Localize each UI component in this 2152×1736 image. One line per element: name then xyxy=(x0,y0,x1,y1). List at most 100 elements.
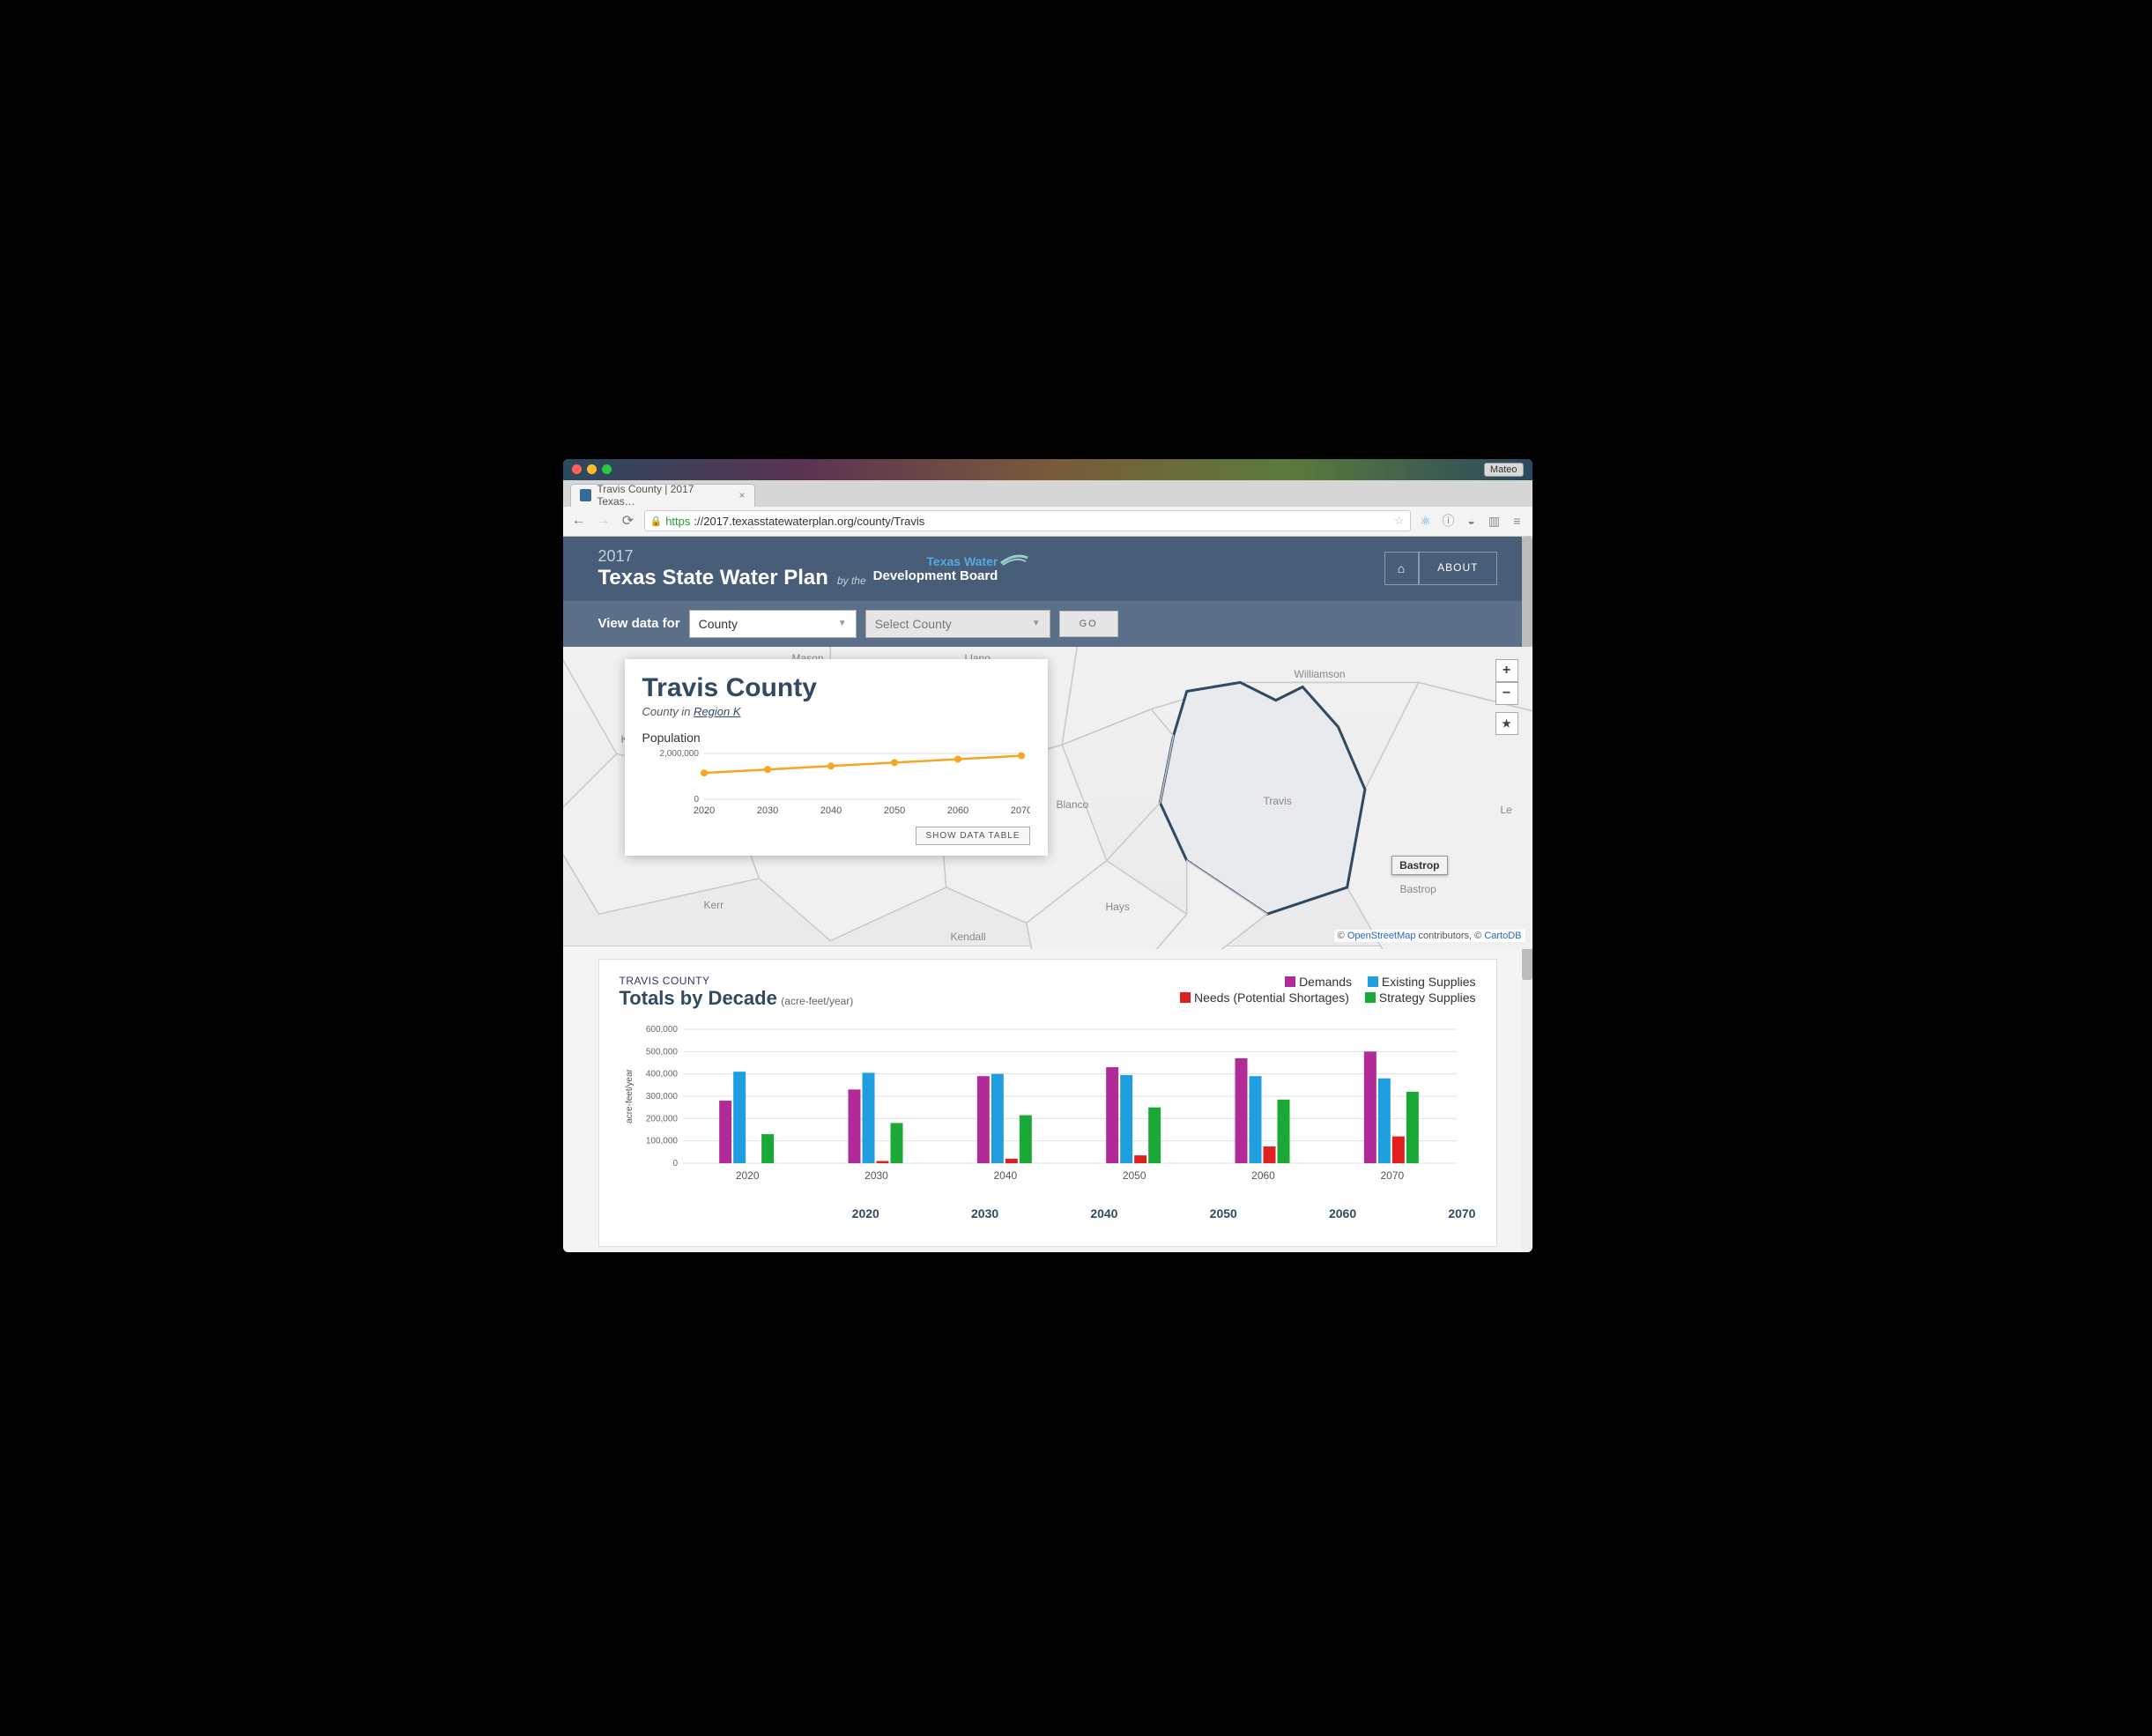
th-2040: 2040 xyxy=(998,1206,1117,1220)
filter-county-select[interactable]: Select County ▼ xyxy=(865,610,1050,638)
extension-react-icon[interactable]: ⚛ xyxy=(1418,513,1434,529)
svg-text:2030: 2030 xyxy=(865,1169,888,1182)
totals-title: Totals by Decade xyxy=(620,987,777,1009)
map[interactable]: Mason Llano Williamson Blanco Travis Le … xyxy=(563,647,1532,946)
svg-text:2,000,000: 2,000,000 xyxy=(659,749,699,759)
address-bar[interactable]: 🔒 https ://2017.texasstatewaterplan.org/c… xyxy=(644,510,1411,531)
twdb-bottom: Development Board xyxy=(873,568,998,583)
th-2020: 2020 xyxy=(761,1206,879,1220)
osm-link[interactable]: OpenStreetMap xyxy=(1347,931,1416,941)
legend-strategy: Strategy Supplies xyxy=(1379,990,1476,1005)
svg-text:2070: 2070 xyxy=(1380,1169,1404,1182)
home-button[interactable]: ⌂ xyxy=(1384,552,1419,585)
browser-menu-icon[interactable]: ≡ xyxy=(1510,513,1525,529)
svg-text:200,000: 200,000 xyxy=(645,1114,678,1124)
zoom-in-button[interactable]: + xyxy=(1495,659,1518,682)
county-label-blanco: Blanco xyxy=(1057,798,1089,811)
svg-text:2060: 2060 xyxy=(946,805,968,816)
map-attribution: © OpenStreetMap contributors, © CartoDB xyxy=(1334,930,1525,942)
window-titlebar: Mateo xyxy=(563,459,1532,480)
lock-icon: 🔒 xyxy=(650,516,663,527)
info-card: Travis County County in Region K Populat… xyxy=(625,659,1048,856)
svg-text:2060: 2060 xyxy=(1251,1169,1275,1182)
window-minimize-button[interactable] xyxy=(587,464,597,474)
swatch-needs xyxy=(1180,992,1191,1003)
svg-text:2020: 2020 xyxy=(693,805,714,816)
site-year: 2017 xyxy=(598,547,828,566)
subhead: County in Region K xyxy=(642,705,1030,718)
url-path: ://2017.texasstatewaterplan.org/county/T… xyxy=(694,515,924,528)
go-button[interactable]: GO xyxy=(1059,611,1118,637)
svg-text:0: 0 xyxy=(672,1159,678,1168)
svg-text:acre-feet/year: acre-feet/year xyxy=(625,1068,634,1123)
county-label-hays: Hays xyxy=(1106,901,1130,913)
county-label-williamson: Williamson xyxy=(1295,668,1346,680)
filter-type-select[interactable]: County ▼ xyxy=(689,610,857,638)
svg-text:0: 0 xyxy=(694,795,699,805)
tab-close-icon[interactable]: × xyxy=(738,489,745,501)
profile-badge[interactable]: Mateo xyxy=(1484,463,1524,477)
about-button[interactable]: ABOUT xyxy=(1419,552,1496,585)
svg-text:400,000: 400,000 xyxy=(645,1069,678,1079)
svg-text:2050: 2050 xyxy=(883,805,904,816)
extension-panels-icon[interactable]: ▥ xyxy=(1487,513,1503,529)
county-label-travis: Travis xyxy=(1264,795,1292,807)
browser-tab[interactable]: Travis County | 2017 Texas… × xyxy=(570,484,755,507)
site-logo[interactable]: 2017 Texas State Water Plan xyxy=(598,547,828,590)
zoom-out-button[interactable]: − xyxy=(1495,682,1518,705)
chevron-down-icon: ▼ xyxy=(1032,619,1041,628)
filter-bar: View data for County ▼ Select County ▼ G… xyxy=(563,601,1532,647)
county-label-kerr: Kerr xyxy=(704,899,724,911)
swatch-demands xyxy=(1285,976,1295,987)
county-label-bastrop: Bastrop xyxy=(1400,883,1436,895)
th-2070: 2070 xyxy=(1356,1206,1475,1220)
svg-text:2040: 2040 xyxy=(993,1169,1017,1182)
population-chart: 02,000,000202020302040205020602070 xyxy=(642,748,1030,817)
bookmark-star-icon[interactable]: ☆ xyxy=(1394,514,1405,528)
extension-pocket-icon[interactable]: ◒ xyxy=(1464,513,1480,529)
svg-text:2020: 2020 xyxy=(735,1169,759,1182)
nav-reload-icon[interactable]: ⟳ xyxy=(620,512,637,530)
url-scheme: https xyxy=(665,515,690,528)
browser-toolbar: ← → ⟳ 🔒 https ://2017.texasstatewaterplan… xyxy=(563,507,1532,537)
site-header: 2017 Texas State Water Plan by the Texas… xyxy=(563,537,1532,601)
show-data-table-button[interactable]: SHOW DATA TABLE xyxy=(916,827,1029,845)
region-link[interactable]: Region K xyxy=(694,705,740,718)
chevron-down-icon: ▼ xyxy=(838,619,847,628)
page-title: Travis County xyxy=(642,673,1030,703)
totals-table-header: 2020 2030 2040 2050 2060 2070 xyxy=(620,1206,1476,1220)
nav-back-icon[interactable]: ← xyxy=(570,513,588,529)
swatch-existing xyxy=(1368,976,1378,987)
totals-bar-chart: 0100,000200,000300,000400,000500,000600,… xyxy=(620,1024,1466,1183)
svg-text:2040: 2040 xyxy=(820,805,841,816)
map-tooltip: Bastrop xyxy=(1391,856,1447,875)
svg-text:500,000: 500,000 xyxy=(645,1047,678,1057)
window-zoom-button[interactable] xyxy=(602,464,612,474)
tab-favicon xyxy=(580,489,592,501)
home-icon: ⌂ xyxy=(1398,561,1406,575)
zoom-texas-button[interactable]: ★ xyxy=(1495,712,1518,735)
twdb-top: Texas Water xyxy=(873,554,998,568)
page-viewport: 2017 Texas State Water Plan by the Texas… xyxy=(563,537,1532,1252)
county-label-lee: Le xyxy=(1501,804,1512,816)
population-label: Population xyxy=(642,731,1030,745)
filter-label: View data for xyxy=(598,616,680,631)
browser-tabstrip: Travis County | 2017 Texas… × xyxy=(563,480,1532,507)
byline: by the xyxy=(837,575,866,587)
twdb-logo[interactable]: Texas Water Development Board xyxy=(873,554,998,583)
swoosh-icon xyxy=(999,551,1029,567)
svg-text:2070: 2070 xyxy=(1010,805,1029,816)
window-close-button[interactable] xyxy=(572,464,582,474)
county-label-kendall: Kendall xyxy=(951,931,986,943)
nav-forward-icon: → xyxy=(595,513,612,529)
legend-demands: Demands xyxy=(1299,975,1352,989)
totals-panel: Demands Existing Supplies Needs (Potenti… xyxy=(598,959,1497,1247)
legend-existing: Existing Supplies xyxy=(1382,975,1476,989)
extension-info-icon[interactable]: ⓘ xyxy=(1441,513,1457,529)
th-2050: 2050 xyxy=(1117,1206,1236,1220)
legend-needs: Needs (Potential Shortages) xyxy=(1194,990,1349,1005)
swatch-strategy xyxy=(1365,992,1376,1003)
th-2060: 2060 xyxy=(1237,1206,1356,1220)
svg-text:300,000: 300,000 xyxy=(645,1092,678,1102)
carto-link[interactable]: CartoDB xyxy=(1484,931,1521,941)
